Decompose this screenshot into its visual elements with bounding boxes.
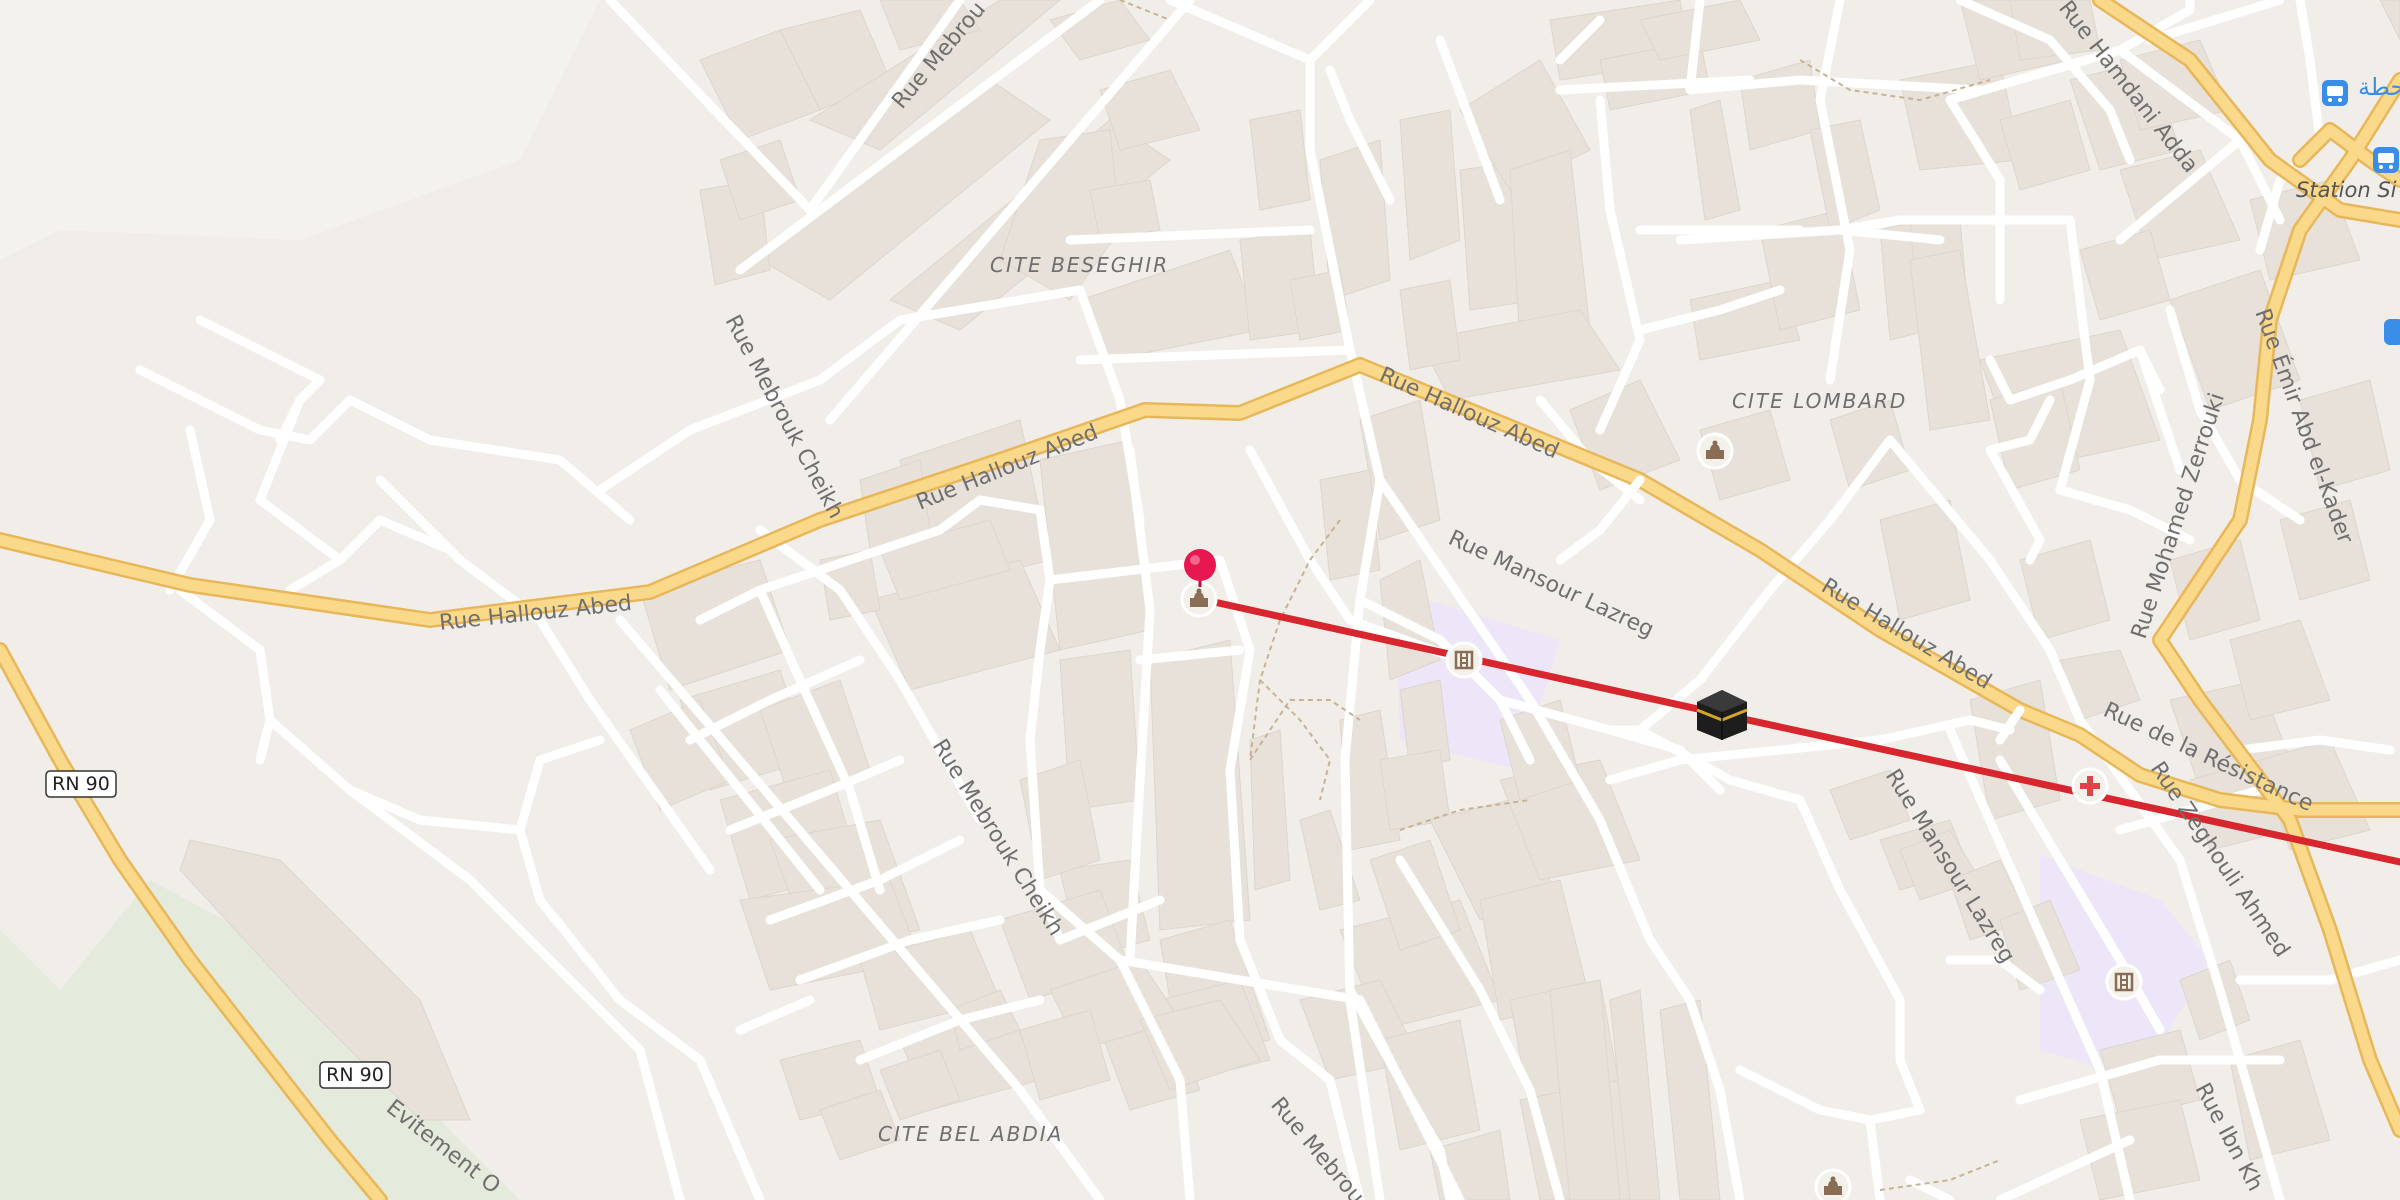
- mosque-icon[interactable]: [1696, 432, 1734, 470]
- transit-arabic-label: محطة: [2358, 73, 2400, 101]
- school-icon[interactable]: [2105, 963, 2143, 1001]
- mosque-icon[interactable]: [1814, 1168, 1852, 1200]
- school-icon[interactable]: [1445, 641, 1483, 679]
- district-label-lombard: CITE LOMBARD: [1732, 389, 1907, 413]
- station-label: Station Si: [2296, 178, 2397, 202]
- district-label-beseghir: CITE BESEGHIR: [990, 253, 1169, 277]
- route-shield-rn90-a: RN 90: [45, 770, 117, 798]
- bus-stop-icon[interactable]: [2322, 80, 2348, 106]
- route-shield-rn90-b: RN 90: [319, 1061, 391, 1089]
- svg-text:RN 90: RN 90: [52, 773, 110, 795]
- bus-stop-icon[interactable]: [2384, 319, 2400, 345]
- map-canvas[interactable]: Rue Hallouz Abed Rue Hallouz Abed Rue Ha…: [0, 0, 2400, 1200]
- svg-text:RN 90: RN 90: [326, 1064, 384, 1086]
- bus-stop-icon[interactable]: [2373, 147, 2399, 173]
- mosque-icon[interactable]: [1180, 580, 1218, 618]
- hospital-cross-icon[interactable]: [2071, 767, 2109, 805]
- district-label-bel-abdia: CITE BEL ABDIA: [878, 1122, 1063, 1146]
